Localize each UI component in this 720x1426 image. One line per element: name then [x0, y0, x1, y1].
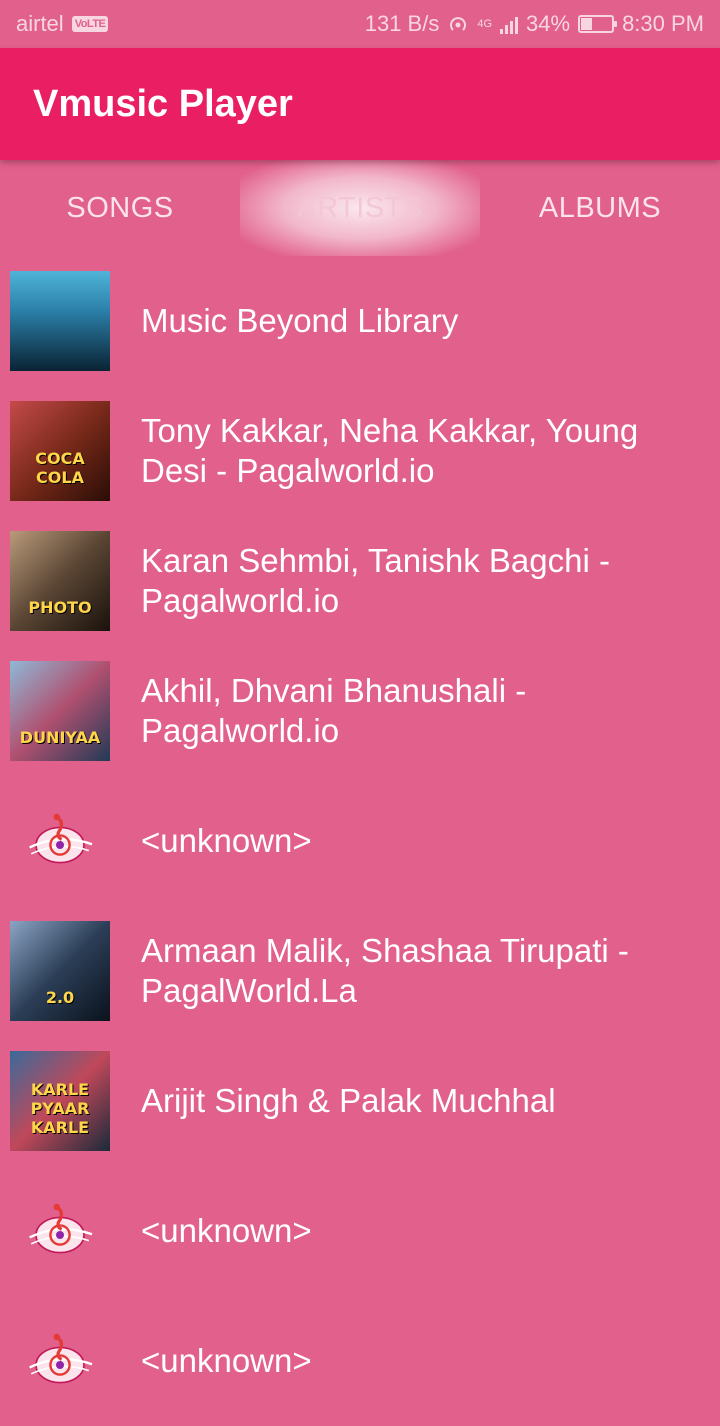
artist-name: Tony Kakkar, Neha Kakkar, Young Desi - P…	[141, 412, 639, 489]
artist-row[interactable]: Music Beyond Library	[0, 256, 720, 386]
hotspot-icon	[450, 17, 467, 31]
artist-row[interactable]: DUNIYAA Akhil, Dhvani Bhanushali - Pagalw…	[0, 646, 720, 776]
status-left: airtel VoLTE	[16, 11, 109, 37]
artist-thumbnail: 2.0	[10, 921, 110, 1021]
artist-row[interactable]: KARLE PYAAR KARLE Arijit Singh & Palak Mu…	[0, 1036, 720, 1166]
artist-thumbnail: COCA COLA	[10, 401, 110, 501]
thumbnail-text: 2.0	[45, 988, 75, 1007]
battery-percent: 34%	[526, 11, 571, 36]
artist-thumbnail: KARLE PYAAR KARLE	[10, 1051, 110, 1151]
artist-row[interactable]: <unknown>	[0, 776, 720, 906]
clock: 8:30 PM	[622, 11, 704, 36]
tab-songs[interactable]: SONGS	[0, 160, 240, 256]
artist-name: <unknown>	[141, 1212, 312, 1249]
tab-bar: SONGS ARTISTS ALBUMS	[0, 160, 720, 256]
app-bar: Vmusic Player	[0, 48, 720, 160]
artist-thumbnail	[10, 271, 110, 371]
tab-albums[interactable]: ALBUMS	[480, 160, 720, 256]
volte-badge: VoLTE	[71, 16, 109, 32]
network-speed: 131 B/s	[364, 11, 440, 36]
app-title: Vmusic Player	[33, 82, 293, 125]
status-bar: airtel VoLTE 131 B/s 4G 34% ⚡ 8:30 PM	[0, 0, 720, 48]
thumbnail-text: DUNIYAA	[19, 728, 101, 747]
artist-row[interactable]: 2.0 Armaan Malik, Shashaa Tirupati - Paga…	[0, 906, 720, 1036]
thumbnail-text: PHOTO	[28, 598, 92, 617]
music-note-icon	[10, 1181, 110, 1281]
artist-name: Music Beyond Library	[141, 302, 459, 339]
battery-icon: ⚡	[578, 14, 618, 33]
artist-row[interactable]: PHOTO Karan Sehmbi, Tanishk Bagchi - Paga…	[0, 516, 720, 646]
artist-name: Arijit Singh & Palak Muchhal	[141, 1082, 556, 1119]
artist-name: Armaan Malik, Shashaa Tirupati - PagalWo…	[141, 932, 629, 1009]
artist-name: Akhil, Dhvani Bhanushali - Pagalworld.io	[141, 672, 527, 749]
tab-artists[interactable]: ARTISTS	[240, 160, 480, 256]
artist-row[interactable]: <unknown>	[0, 1166, 720, 1296]
artist-row[interactable]: <unknown>	[0, 1296, 720, 1426]
thumbnail-text: COCA COLA	[35, 449, 85, 487]
signal-icon	[500, 14, 519, 34]
carrier-name: airtel	[16, 11, 64, 36]
artist-name: <unknown>	[141, 822, 312, 859]
status-right: 131 B/s 4G 34% ⚡ 8:30 PM	[365, 11, 704, 37]
artist-thumbnail: PHOTO	[10, 531, 110, 631]
thumbnail-text: KARLE PYAAR KARLE	[30, 1080, 90, 1137]
music-note-icon	[10, 1311, 110, 1411]
network-type: 4G	[477, 18, 493, 30]
artist-thumbnail: DUNIYAA	[10, 661, 110, 761]
artist-name: <unknown>	[141, 1342, 312, 1379]
artist-row[interactable]: COCA COLA Tony Kakkar, Neha Kakkar, Young…	[0, 386, 720, 516]
charging-icon: ⚡	[590, 14, 600, 30]
artist-list: Music Beyond Library COCA COLA Tony Kakkar…	[0, 256, 720, 1426]
music-note-icon	[10, 791, 110, 891]
artist-name: Karan Sehmbi, Tanishk Bagchi - Pagalworl…	[141, 542, 610, 619]
